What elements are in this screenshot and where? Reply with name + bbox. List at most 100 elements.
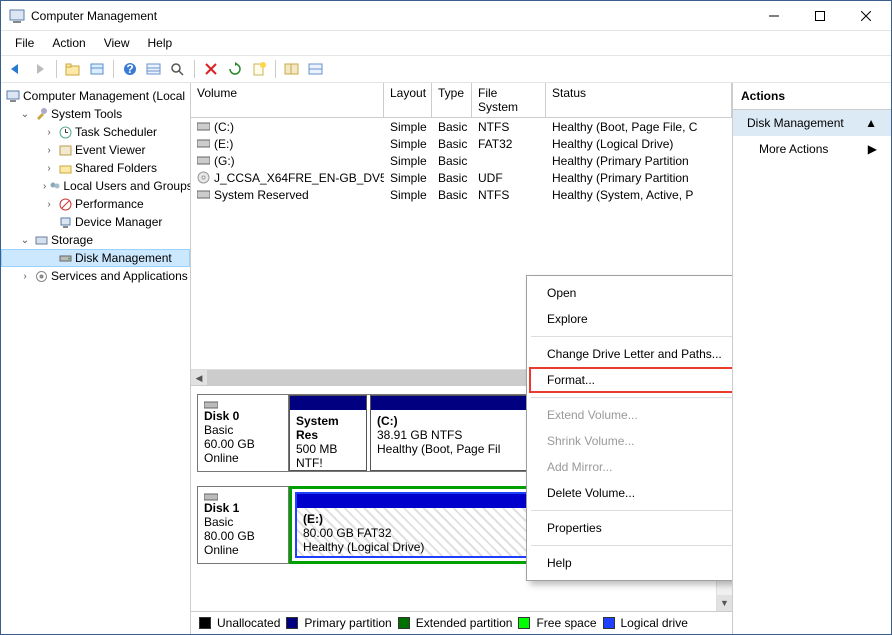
volume-row[interactable]: (E:) Simple Basic FAT32 Healthy (Logical…: [191, 135, 732, 152]
expand-icon[interactable]: ›: [43, 199, 55, 210]
help-icon[interactable]: ?: [119, 58, 141, 80]
forward-button[interactable]: [29, 58, 51, 80]
col-layout[interactable]: Layout: [384, 83, 432, 117]
ctx-help[interactable]: Help: [529, 550, 733, 576]
tree-device-manager[interactable]: Device Manager: [1, 213, 190, 231]
menu-file[interactable]: File: [7, 33, 42, 53]
actions-section[interactable]: Disk Management ▲: [733, 110, 891, 136]
delete-icon[interactable]: [200, 58, 222, 80]
ctx-shrink-volume: Shrink Volume...: [529, 428, 733, 454]
scroll-left-icon[interactable]: ◀: [191, 370, 207, 386]
volume-header: Volume Layout Type File System Status: [191, 83, 732, 118]
tools-icon: [33, 106, 49, 122]
actions-more[interactable]: More Actions ▶: [733, 136, 891, 162]
maximize-button[interactable]: [797, 1, 843, 31]
minimize-button[interactable]: [751, 1, 797, 31]
view-list-icon[interactable]: [143, 58, 165, 80]
disk-state: Online: [204, 451, 239, 465]
menu-help[interactable]: Help: [140, 33, 181, 53]
expand-icon[interactable]: ›: [43, 127, 55, 138]
volume-name: (G:): [214, 154, 235, 168]
col-volume[interactable]: Volume: [191, 83, 384, 117]
col-filesystem[interactable]: File System: [472, 83, 546, 117]
app-icon: [9, 8, 25, 24]
volume-fs: FAT32: [472, 137, 546, 151]
console-tree[interactable]: Computer Management (Local ⌄ System Tool…: [1, 83, 191, 634]
tree-shared-folders[interactable]: ›Shared Folders: [1, 159, 190, 177]
partition-status: Healthy (Boot, Page Fil: [377, 442, 500, 456]
actions-more-label: More Actions: [759, 142, 828, 156]
collapse-up-icon[interactable]: ▲: [865, 116, 877, 130]
back-button[interactable]: [5, 58, 27, 80]
ctx-delete-volume[interactable]: Delete Volume...: [529, 480, 733, 506]
dock-layout-alt-icon[interactable]: [305, 58, 327, 80]
ctx-properties[interactable]: Properties: [529, 515, 733, 541]
menu-action[interactable]: Action: [44, 33, 93, 53]
tree-system-tools[interactable]: ⌄ System Tools: [1, 105, 190, 123]
volume-fs: UDF: [472, 171, 546, 185]
ctx-explore[interactable]: Explore: [529, 306, 733, 332]
expand-icon[interactable]: ›: [43, 163, 55, 174]
tree-performance[interactable]: ›Performance: [1, 195, 190, 213]
submenu-arrow-icon: ▶: [868, 142, 877, 156]
drive-icon: [197, 155, 210, 166]
legend-label: Logical drive: [621, 616, 688, 630]
col-type[interactable]: Type: [432, 83, 472, 117]
volume-name: J_CCSA_X64FRE_EN-GB_DV5 (D:): [214, 171, 384, 185]
tree-disk-management[interactable]: Disk Management: [1, 249, 190, 267]
legend: Unallocated Primary partition Extended p…: [191, 611, 732, 634]
expand-icon[interactable]: ›: [19, 271, 31, 282]
tree-storage[interactable]: ⌄Storage: [1, 231, 190, 249]
expand-icon[interactable]: ›: [43, 145, 55, 156]
main-content: Computer Management (Local ⌄ System Tool…: [1, 83, 891, 634]
new-icon[interactable]: [248, 58, 270, 80]
volume-name: System Reserved: [214, 188, 309, 202]
menu-view[interactable]: View: [96, 33, 138, 53]
folder-up-icon[interactable]: [62, 58, 84, 80]
tree-event-viewer[interactable]: ›Event Viewer: [1, 141, 190, 159]
collapse-icon[interactable]: ⌄: [19, 235, 31, 246]
tree-label: Task Scheduler: [75, 125, 157, 139]
col-status[interactable]: Status: [546, 83, 732, 117]
disk-label[interactable]: Disk 1 Basic 80.00 GB Online: [197, 486, 289, 564]
ctx-change-drive-letter[interactable]: Change Drive Letter and Paths...: [529, 341, 733, 367]
dock-layout-icon[interactable]: [281, 58, 303, 80]
ctx-open[interactable]: Open: [529, 280, 733, 306]
legend-swatch: [286, 617, 298, 629]
volume-row[interactable]: (C:) Simple Basic NTFS Healthy (Boot, Pa…: [191, 118, 732, 135]
collapse-icon[interactable]: ⌄: [19, 109, 31, 120]
users-icon: [48, 178, 61, 194]
tree-local-users[interactable]: ›Local Users and Groups: [1, 177, 190, 195]
expand-icon[interactable]: ›: [43, 181, 46, 192]
partition-size: 500 MB NTF!: [296, 442, 337, 470]
scroll-down-icon[interactable]: ▼: [717, 595, 732, 611]
tree-root[interactable]: Computer Management (Local: [1, 87, 190, 105]
legend-label: Primary partition: [304, 616, 391, 630]
tree-task-scheduler[interactable]: › Task Scheduler: [1, 123, 190, 141]
drive-icon: [197, 138, 210, 149]
refresh-icon[interactable]: [224, 58, 246, 80]
disk-minibar-icon: [204, 401, 282, 409]
volume-status: Healthy (Boot, Page File, C: [546, 120, 732, 134]
ctx-format[interactable]: Format...: [529, 367, 733, 393]
clock-icon: [57, 124, 73, 140]
volume-row[interactable]: (G:) Simple Basic Healthy (Primary Parti…: [191, 152, 732, 169]
details-pane: Volume Layout Type File System Status (C…: [191, 83, 733, 634]
volume-layout: Simple: [384, 154, 432, 168]
legend-label: Unallocated: [217, 616, 280, 630]
volume-row[interactable]: J_CCSA_X64FRE_EN-GB_DV5 (D:) Simple Basi…: [191, 169, 732, 186]
tree-services[interactable]: ›Services and Applications: [1, 267, 190, 285]
volume-status: Healthy (Primary Partition: [546, 154, 732, 168]
properties-icon[interactable]: [86, 58, 108, 80]
partition[interactable]: System Res500 MB NTF!Healthy (Sys: [289, 395, 367, 471]
disk-manage-icon: [57, 250, 73, 266]
volume-name: (E:): [214, 137, 233, 151]
tree-label: System Tools: [51, 107, 122, 121]
legend-swatch: [199, 617, 211, 629]
disk-name: Disk 0: [204, 409, 239, 423]
close-button[interactable]: [843, 1, 889, 31]
legend-swatch: [603, 617, 615, 629]
disk-label[interactable]: Disk 0 Basic 60.00 GB Online: [197, 394, 289, 472]
volume-row[interactable]: System Reserved Simple Basic NTFS Health…: [191, 186, 732, 203]
find-icon[interactable]: [167, 58, 189, 80]
